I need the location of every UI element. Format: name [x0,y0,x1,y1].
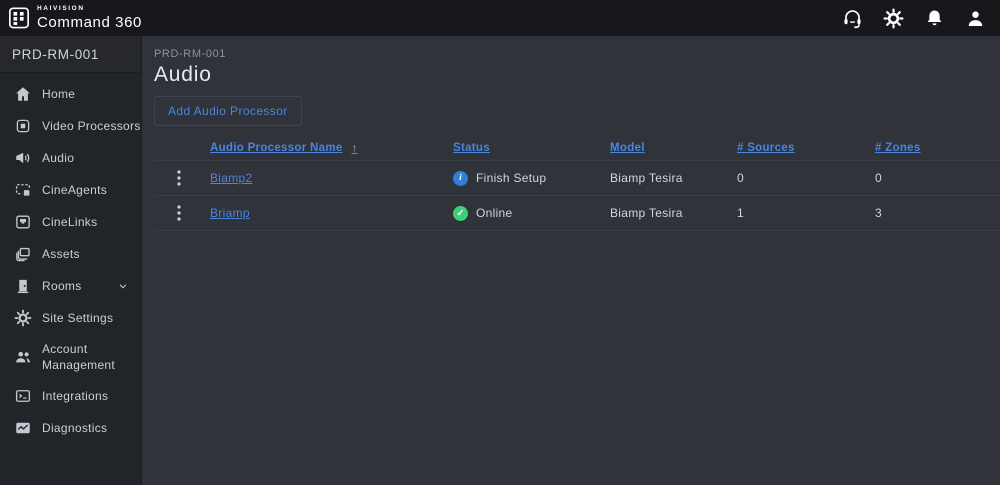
sidebar-item-label: Assets [42,246,80,261]
cineagents-icon [14,181,32,199]
sidebar-item-cinelinks[interactable]: CineLinks [0,206,141,238]
topbar-actions [842,7,986,29]
sidebar-room-label: PRD-RM-001 [12,46,100,62]
status-label: Online [476,206,513,220]
sidebar-item-rooms[interactable]: Rooms [0,270,141,302]
check-circle-icon: ✓ [453,205,468,221]
table-header-row: Audio Processor Name ↑ Status Model # Source… [154,135,1000,161]
sort-ascending-icon: ↑ [351,140,358,155]
row-menu-kebab-icon[interactable] [166,201,192,225]
cinelinks-icon [14,213,32,231]
info-icon: i [453,170,468,186]
column-header-model[interactable]: Model [610,142,737,154]
main-content: PRD-RM-001 Audio Add Audio Processor Aud… [142,36,1000,485]
sidebar-item-label: CineLinks [42,214,98,229]
sidebar-item-label: Rooms [42,278,82,293]
sidebar-item-label: Account Management [42,342,116,373]
zones-count: 0 [875,171,882,185]
support-headset-icon[interactable] [842,8,863,29]
diagnostics-icon [14,419,32,437]
sidebar-nav: Home Video Processors Audio CineAgents C… [0,73,141,444]
sidebar-item-cineagents[interactable]: CineAgents [0,174,141,206]
sidebar-item-label: Home [42,86,76,101]
processor-name-link[interactable]: Biamp2 [210,171,253,185]
integrations-icon [14,387,32,405]
topbar: HAIVISION Command 360 [0,0,1000,36]
processor-name-link[interactable]: Briamp [210,206,250,220]
sidebar-item-label: CineAgents [42,182,108,197]
row-menu-kebab-icon[interactable] [166,166,192,190]
sidebar-item-site-settings[interactable]: Site Settings [0,302,141,334]
table-row: Briamp ✓ Online Biamp Tesira 1 3 [154,196,1000,231]
sidebar-item-account-management[interactable]: Account Management [0,334,141,380]
brand-name-small: HAIVISION [37,5,85,13]
audio-icon [14,149,32,167]
column-header-status[interactable]: Status [453,142,610,154]
sidebar-item-label: Diagnostics [42,421,108,436]
brand-name-large: Command 360 [37,13,142,31]
model-value: Biamp Tesira [610,171,683,185]
sidebar-item-label: Video Processors [42,118,141,133]
sidebar-item-label: Audio [42,150,75,165]
sidebar-item-label: Site Settings [42,310,114,325]
audio-processors-table: Audio Processor Name ↑ Status Model # Source… [154,135,1000,231]
sidebar-item-label: Integrations [42,389,109,404]
chevron-down-icon [117,280,129,292]
notifications-bell-icon[interactable] [924,8,945,29]
zones-count: 3 [875,206,882,220]
add-audio-processor-button[interactable]: Add Audio Processor [154,96,302,126]
sidebar-item-home[interactable]: Home [0,78,141,110]
home-icon [14,85,32,103]
sidebar-room-selector[interactable]: PRD-RM-001 [0,36,141,73]
model-value: Biamp Tesira [610,206,683,220]
sidebar-item-diagnostics[interactable]: Diagnostics [0,412,141,444]
sidebar-item-video-processors[interactable]: Video Processors [0,110,141,142]
breadcrumb: PRD-RM-001 [154,48,227,60]
rooms-icon [14,277,32,295]
column-header--zones[interactable]: # Zones [875,142,1000,154]
sidebar-item-audio[interactable]: Audio [0,142,141,174]
assets-icon [14,245,32,263]
sidebar: PRD-RM-001 Home Video Processors Audio C… [0,36,142,485]
page-title: Audio [154,63,212,86]
table-row: Biamp2 i Finish Setup Biamp Tesira 0 0 [154,161,1000,196]
status-label: Finish Setup [476,171,547,185]
sidebar-item-integrations[interactable]: Integrations [0,380,141,412]
brand-logo: HAIVISION Command 360 [8,6,142,30]
column-header--sources[interactable]: # Sources [737,142,875,154]
video-processors-icon [14,117,32,135]
column-header-audio-processor-name[interactable]: Audio Processor Name ↑ [210,141,453,155]
settings-gear-icon[interactable] [883,7,904,29]
sources-count: 1 [737,206,744,220]
sidebar-item-assets[interactable]: Assets [0,238,141,270]
site-settings-icon [14,309,32,327]
haivision-logo-icon [8,6,30,30]
account-management-icon [14,348,32,366]
user-avatar-icon[interactable] [965,8,986,29]
sources-count: 0 [737,171,744,185]
